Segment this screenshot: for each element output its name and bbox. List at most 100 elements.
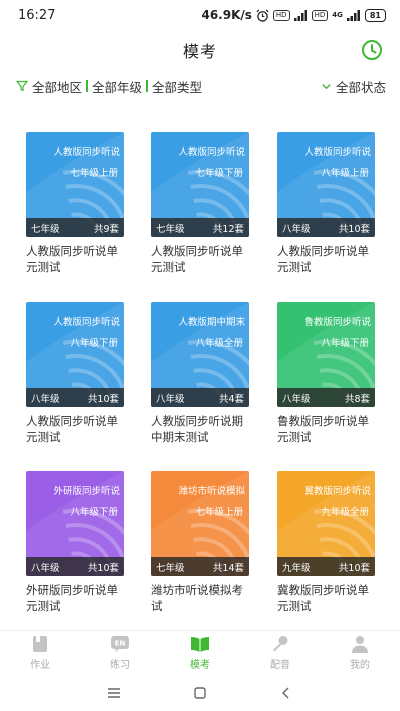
cover-footer: 九年级 共10套: [277, 557, 375, 576]
exam-card[interactable]: 人教版期中期末 八年级全册 八年级 共4套 人教版同步听说期中期末测试: [151, 302, 249, 445]
card-count: 共9套: [93, 223, 119, 235]
cover-footer: 八年级 共4套: [151, 388, 249, 407]
status-icons: 46.9K/s HD HD 4G 81: [201, 8, 386, 22]
cover-series: 人教版同步听说: [304, 147, 371, 158]
tab-profile[interactable]: 我的: [320, 631, 400, 674]
card-grade: 七年级: [156, 562, 185, 574]
cover-volume: 七年级上册: [70, 168, 118, 179]
tab-dubbing[interactable]: 配音: [240, 631, 320, 674]
filter-bar: 全部地区 全部年级 全部类型 全部状态: [0, 72, 400, 100]
card-count: 共12套: [212, 223, 244, 235]
tab-mock-exam[interactable]: 模考: [160, 631, 240, 674]
exam-card[interactable]: 人教版同步听说 七年级上册 七年级 共9套 人教版同步听说单元测试: [26, 132, 124, 275]
card-count: 共10套: [338, 223, 370, 235]
exam-card[interactable]: 冀教版同步听说 九年级全册 九年级 共10套 冀教版同步听说单元测试: [277, 471, 375, 614]
cover-series: 冀教版同步听说: [304, 486, 371, 497]
back-icon[interactable]: [278, 686, 294, 700]
exam-card[interactable]: 外研版同步听说 八年级下册 八年级 共10套 外研版同步听说单元测试: [26, 471, 124, 614]
cover-series: 外研版同步听说: [53, 486, 120, 497]
card-title: 鲁教版同步听说单元测试: [277, 414, 369, 444]
en-practice-icon: EN: [111, 635, 129, 652]
tab-practice[interactable]: EN 练习: [80, 631, 160, 674]
bottom-tab-bar: 作业 EN 练习 模考 配音 我的: [0, 630, 400, 674]
card-grade: 八年级: [31, 562, 60, 574]
tab-label: 我的: [350, 659, 370, 671]
menu-icon[interactable]: [106, 686, 122, 700]
tab-label: 配音: [270, 659, 290, 671]
cover-volume: 八年级下册: [321, 338, 369, 349]
filter-region[interactable]: 全部地区: [32, 77, 82, 96]
cover-series: 鲁教版同步听说: [304, 317, 371, 328]
exam-card[interactable]: 潍坊市听说模拟 七年级上册 七年级 共14套 潍坊市听说模拟考试: [151, 471, 249, 614]
exam-card[interactable]: 人教版同步听说 七年级下册 七年级 共12套 人教版同步听说单元测试: [151, 132, 249, 275]
homework-icon: [33, 635, 47, 652]
tab-homework[interactable]: 作业: [0, 631, 80, 674]
battery-icon: 81: [364, 8, 386, 22]
card-grade: 八年级: [31, 393, 60, 405]
filter-grade[interactable]: 全部年级: [92, 77, 142, 96]
cover-series: 人教版同步听说: [178, 147, 245, 158]
card-cover: 人教版同步听说 七年级下册 七年级 共12套: [151, 132, 249, 237]
card-count: 共10套: [87, 393, 119, 405]
tab-label: 模考: [190, 659, 210, 671]
card-cover: 人教版同步听说 八年级上册 八年级 共10套: [277, 132, 375, 237]
en-badge-text: EN: [115, 639, 126, 647]
filter-divider: [146, 80, 149, 92]
cover-footer: 八年级 共8套: [277, 388, 375, 407]
card-count: 共10套: [87, 562, 119, 574]
alarm-icon: [256, 9, 269, 22]
page-title: 模考: [182, 42, 217, 61]
card-cover: 人教版同步听说 七年级上册 七年级 共9套: [26, 132, 124, 237]
card-grade: 八年级: [156, 393, 185, 405]
cover-volume: 八年级全册: [195, 338, 243, 349]
person-icon: [352, 635, 368, 653]
tab-label: 作业: [30, 659, 50, 671]
title-bar: 模考: [0, 30, 400, 70]
cover-volume: 八年级上册: [321, 168, 369, 179]
status-time: 16:27: [18, 7, 56, 23]
card-title: 人教版同步听说单元测试: [151, 244, 243, 274]
exam-card[interactable]: 人教版同步听说 八年级下册 八年级 共10套 人教版同步听说单元测试: [26, 302, 124, 445]
network-speed: 46.9K/s: [201, 8, 252, 22]
card-count: 共4套: [218, 393, 244, 405]
filter-status[interactable]: 全部状态: [321, 77, 386, 96]
card-cover: 人教版期中期末 八年级全册 八年级 共4套: [151, 302, 249, 407]
book-icon: [191, 636, 209, 652]
card-count: 共10套: [338, 562, 370, 574]
system-nav-bar: [0, 674, 400, 711]
card-cover: 冀教版同步听说 九年级全册 九年级 共10套: [277, 471, 375, 576]
exam-card[interactable]: 人教版同步听说 八年级上册 八年级 共10套 人教版同步听说单元测试: [277, 132, 375, 275]
filter-type[interactable]: 全部类型: [152, 77, 202, 96]
cover-volume: 八年级下册: [70, 338, 118, 349]
signal-icon-2: [346, 9, 360, 21]
filter-group: 全部地区 全部年级 全部类型: [16, 77, 202, 96]
card-count: 共8套: [344, 393, 370, 405]
home-square-icon[interactable]: [192, 686, 208, 700]
cover-volume: 九年级全册: [321, 507, 369, 518]
cover-footer: 七年级 共9套: [26, 218, 124, 237]
status-bar: 16:27 46.9K/s HD HD 4G 81: [0, 0, 400, 30]
card-title: 冀教版同步听说单元测试: [277, 583, 369, 613]
card-grade: 八年级: [282, 393, 311, 405]
card-title: 人教版同步听说单元测试: [26, 244, 118, 274]
funnel-icon: [16, 80, 28, 92]
network-type: 4G: [332, 11, 343, 19]
card-grade: 九年级: [282, 562, 311, 574]
microphone-icon: [273, 635, 288, 651]
card-title: 潍坊市听说模拟考试: [151, 583, 243, 613]
cover-series: 人教版同步听说: [53, 147, 120, 158]
cover-footer: 八年级 共10套: [26, 388, 124, 407]
chevron-down-icon: [322, 83, 331, 89]
clock-icon[interactable]: [360, 38, 384, 62]
exam-card[interactable]: 鲁教版同步听说 八年级下册 八年级 共8套 鲁教版同步听说单元测试: [277, 302, 375, 445]
cover-series: 人教版期中期末: [178, 317, 245, 328]
card-title: 人教版同步听说期中期末测试: [151, 414, 243, 444]
cover-footer: 七年级 共12套: [151, 218, 249, 237]
card-cover: 鲁教版同步听说 八年级下册 八年级 共8套: [277, 302, 375, 407]
cover-series: 人教版同步听说: [53, 317, 120, 328]
card-grade: 七年级: [156, 223, 185, 235]
tab-label: 练习: [110, 659, 130, 671]
filter-status-label: 全部状态: [335, 79, 386, 95]
card-cover: 人教版同步听说 八年级下册 八年级 共10套: [26, 302, 124, 407]
card-title: 外研版同步听说单元测试: [26, 583, 118, 613]
